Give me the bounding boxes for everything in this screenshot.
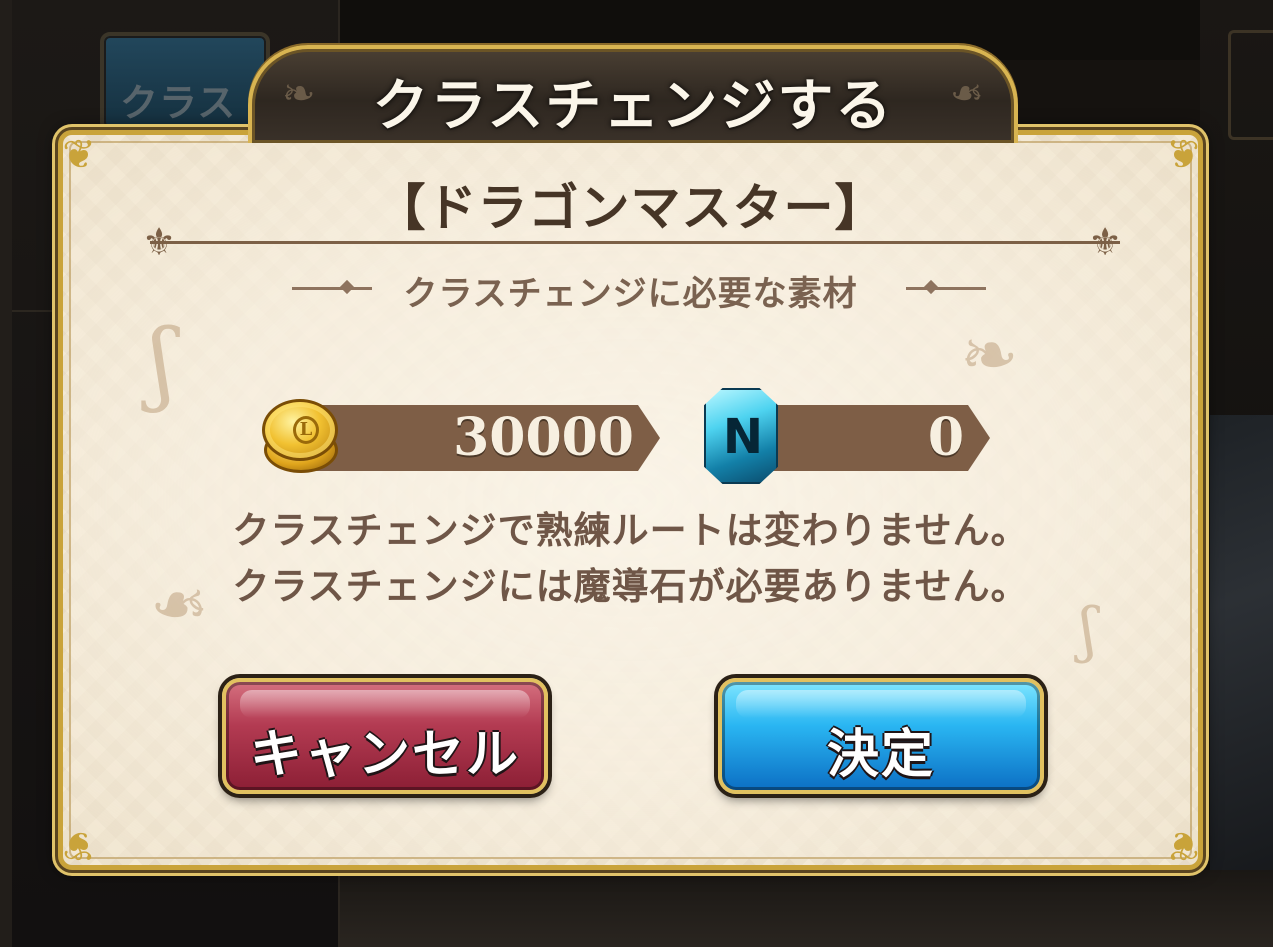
class-name: 【ドラゴンマスター】 [375, 178, 886, 237]
gold-cost-bar: 30000 [298, 405, 660, 471]
magic-stone-icon: N [704, 388, 778, 484]
materials-heading: クラスチェンジに必要な素材 [403, 274, 858, 314]
background-class-tab-label: クラス [120, 80, 237, 125]
heading-ornament [906, 287, 986, 290]
background-scrollbar [0, 0, 12, 947]
magic-stone-cost-value: 0 [927, 407, 964, 468]
corner-ornament-icon: ❦ [1166, 822, 1200, 868]
background-right-frame [1228, 30, 1273, 140]
scroll-ornament-icon: ʃ [150, 310, 175, 415]
gold-coin-icon: L [258, 397, 344, 477]
confirm-button[interactable]: 決定 [718, 678, 1044, 794]
note-text: クラスチェンジには魔導石が必要ありません。 [232, 564, 1029, 608]
background-bottom [340, 870, 1273, 947]
corner-ornament-icon: ❦ [62, 822, 96, 868]
dialog-title-plate: ❧ ❧ クラスチェンジする [248, 45, 1018, 143]
divider [150, 241, 1120, 244]
fleur-de-lis-icon: ⚜ [1088, 220, 1123, 264]
gold-cost-value: 30000 [453, 407, 634, 468]
confirm-button-label: 決定 [826, 724, 935, 785]
cancel-button[interactable]: キャンセル [222, 678, 548, 794]
scroll-ornament-icon: ❧ [960, 314, 1019, 396]
fleur-de-lis-icon: ⚜ [142, 220, 177, 264]
cancel-button-label: キャンセル [249, 724, 520, 785]
dialog-title: クラスチェンジする [372, 73, 894, 139]
background-character-art [1210, 415, 1273, 875]
game-screen: クラス ❦ ❦ ❦ ❦ ʃ ❧ ❧ ʃ ❧ ❧ クラスチェンジする 【ドラゴンマ… [0, 0, 1273, 947]
note-text: クラスチェンジで熟練ルートは変わりません。 [232, 508, 1029, 552]
